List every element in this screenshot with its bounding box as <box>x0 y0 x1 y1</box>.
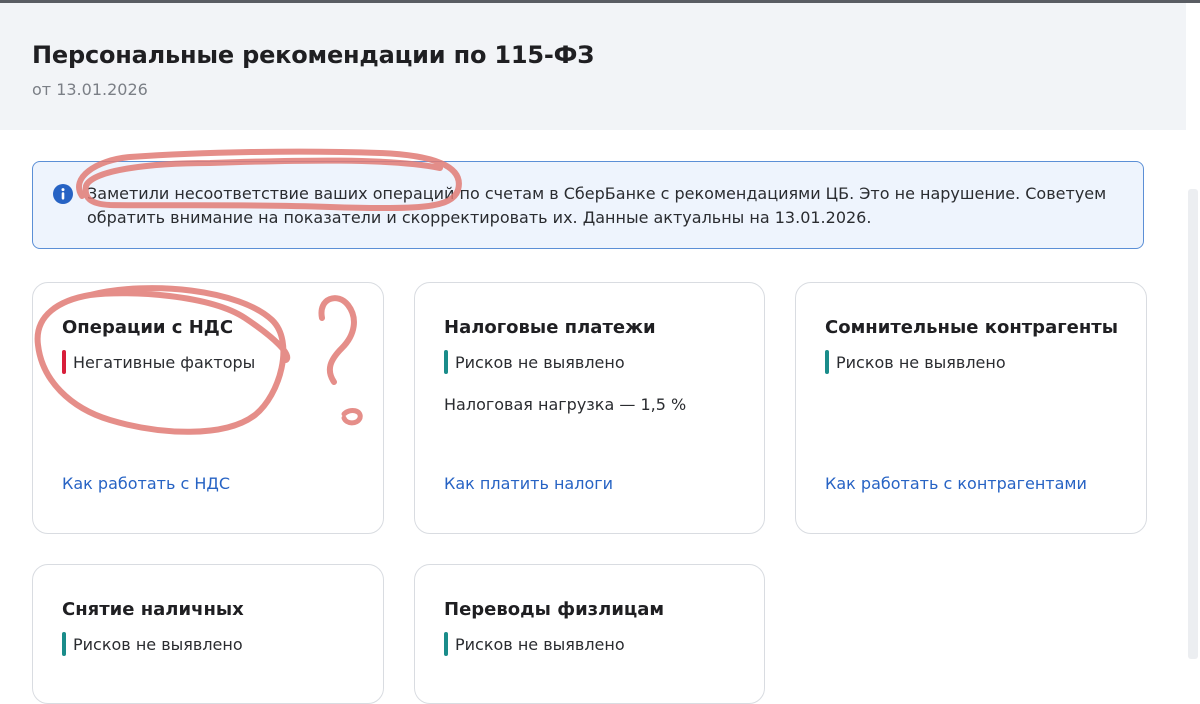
page-header: Персональные рекомендации по 115-ФЗ от 1… <box>0 3 1200 130</box>
card-tax-payments[interactable]: Налоговые платежи Рисков не выявлено Нал… <box>414 282 765 534</box>
card-title: Переводы физлицам <box>444 599 665 620</box>
card-transfers-to-individuals[interactable]: Переводы физлицам Рисков не выявлено <box>414 564 765 704</box>
status-bar-negative <box>62 350 66 374</box>
info-icon <box>53 184 73 204</box>
status-text: Рисков не выявлено <box>455 352 625 372</box>
card-title: Налоговые платежи <box>444 317 656 338</box>
status-text: Рисков не выявлено <box>836 352 1006 372</box>
page-title: Персональные рекомендации по 115-ФЗ <box>32 41 595 69</box>
tax-burden-note: Налоговая нагрузка — 1,5 % <box>444 395 687 414</box>
notice-text: Заметили несоответствие ваших операций п… <box>87 184 1107 227</box>
card-title: Сомнительные контрагенты <box>825 317 1118 338</box>
status-indicator: Негативные факторы <box>62 349 255 375</box>
status-text: Рисков не выявлено <box>455 634 625 654</box>
status-text: Негативные факторы <box>73 352 256 372</box>
card-cash-withdrawal[interactable]: Снятие наличных Рисков не выявлено <box>32 564 384 704</box>
status-bar-ok <box>62 632 66 656</box>
status-bar-ok <box>444 350 448 374</box>
vat-guide-link[interactable]: Как работать с НДС <box>62 474 230 493</box>
status-indicator: Рисков не выявлено <box>444 631 625 657</box>
card-title: Операции с НДС <box>62 317 234 338</box>
card-title: Снятие наличных <box>62 599 244 620</box>
status-bar-ok <box>825 350 829 374</box>
status-bar-ok <box>444 632 448 656</box>
status-indicator: Рисков не выявлено <box>825 349 1006 375</box>
scrollbar[interactable] <box>1186 3 1200 677</box>
counterparties-guide-link[interactable]: Как работать с контрагентами <box>825 474 1087 493</box>
card-suspicious-counterparties[interactable]: Сомнительные контрагенты Рисков не выявл… <box>795 282 1147 534</box>
card-vat-operations[interactable]: Операции с НДС Негативные факторы Как ра… <box>32 282 384 534</box>
page-date: от 13.01.2026 <box>32 80 148 99</box>
info-notice: Заметили несоответствие ваших операций п… <box>32 161 1144 249</box>
status-indicator: Рисков не выявлено <box>62 631 243 657</box>
tax-guide-link[interactable]: Как платить налоги <box>444 474 613 493</box>
scrollbar-thumb[interactable] <box>1188 189 1198 659</box>
status-indicator: Рисков не выявлено <box>444 349 625 375</box>
status-text: Рисков не выявлено <box>73 634 243 654</box>
